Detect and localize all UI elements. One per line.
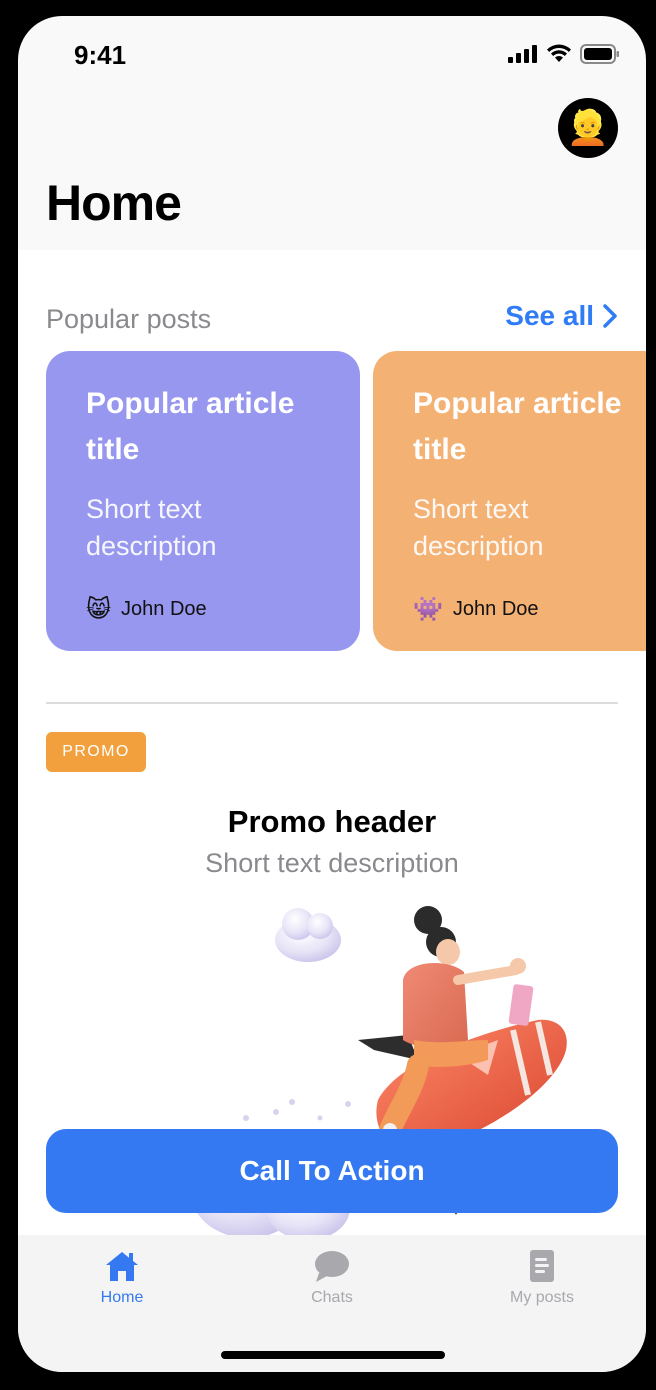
chevron-right-icon xyxy=(603,304,617,328)
promo-header: Promo header xyxy=(227,804,437,839)
tab-my-posts-label: My posts xyxy=(509,1289,574,1306)
see-all-link[interactable]: See all xyxy=(505,300,618,332)
author-avatar-emoji: 😸 xyxy=(86,596,112,623)
home-icon xyxy=(106,1252,138,1281)
avatar[interactable]: 👱 xyxy=(558,98,618,158)
page-title: Home xyxy=(46,175,182,231)
post-card-author: 😸 John Doe xyxy=(86,595,207,624)
promo-description: Short text description xyxy=(205,848,459,878)
tab-chats-label: Chats xyxy=(311,1289,353,1306)
phone-screen: 9:41 👱 Home Popular posts See all Popula… xyxy=(18,16,646,1372)
popular-posts-title: Popular posts xyxy=(46,304,212,334)
tab-chats[interactable]: Chats xyxy=(252,1249,412,1307)
avatar-emoji: 👱 xyxy=(566,109,610,147)
section-divider xyxy=(46,702,618,704)
popular-posts-carousel[interactable]: Popular article title Short text descrip… xyxy=(46,351,646,651)
tab-home-label: Home xyxy=(100,1289,144,1306)
home-indicator xyxy=(221,1351,445,1359)
author-name: John Doe xyxy=(121,598,207,620)
cloud-small xyxy=(275,908,341,962)
post-card-description: Short text description xyxy=(413,494,544,561)
post-card-description: Short text description xyxy=(86,494,217,561)
battery-icon xyxy=(580,44,619,64)
status-time: 9:41 xyxy=(74,40,127,70)
author-avatar-emoji: 👾 xyxy=(413,596,443,623)
post-card[interactable]: Popular article title Short text descrip… xyxy=(46,351,360,651)
post-card-title: Popular article title xyxy=(86,387,295,466)
cellular-signal-icon xyxy=(508,45,537,63)
document-icon xyxy=(530,1250,554,1282)
see-all-label: See all xyxy=(505,300,594,331)
promo-badge: PROMO xyxy=(46,732,146,772)
status-bar: 9:41 xyxy=(18,16,646,96)
wifi-icon xyxy=(547,44,571,62)
tab-home[interactable]: Home xyxy=(42,1249,202,1307)
post-card[interactable]: Popular article title Short text descrip… xyxy=(373,351,646,651)
tab-my-posts[interactable]: My posts xyxy=(462,1249,622,1307)
call-to-action-button[interactable]: Call To Action xyxy=(46,1129,618,1213)
chat-bubble-icon xyxy=(315,1251,349,1282)
main-content: Popular posts See all Popular article ti… xyxy=(18,250,646,1235)
status-icons xyxy=(508,44,620,64)
post-card-author: 👾 John Doe xyxy=(413,595,539,624)
author-name: John Doe xyxy=(452,598,539,620)
post-card-title: Popular article title xyxy=(413,387,622,466)
